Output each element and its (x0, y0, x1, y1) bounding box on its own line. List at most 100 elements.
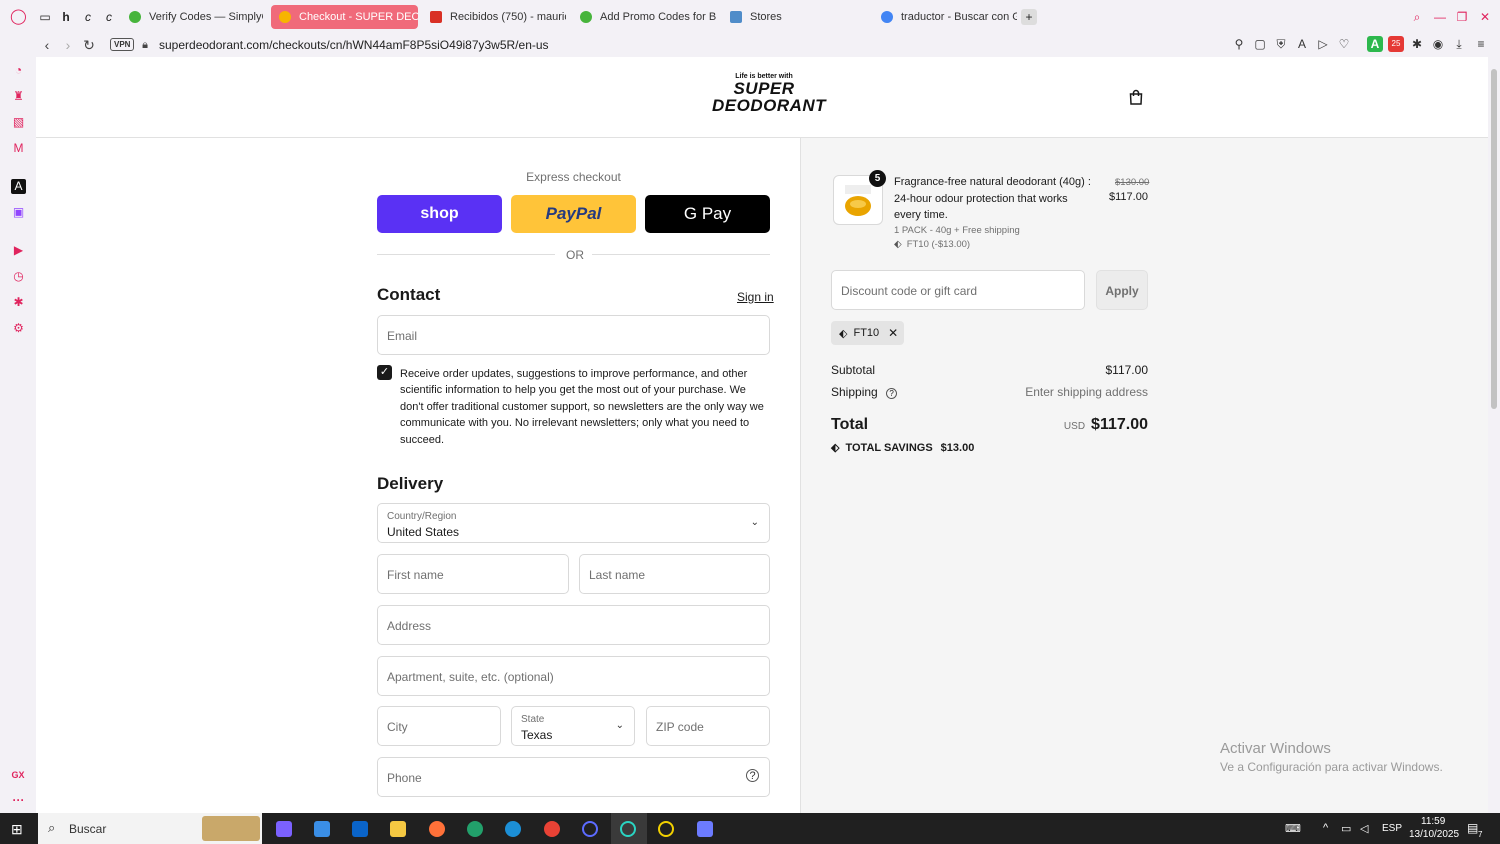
first-name-field[interactable]: First name (377, 554, 569, 594)
tab-stores[interactable]: Stores (722, 5, 866, 29)
apply-button[interactable]: Apply (1096, 270, 1148, 310)
opera-air-icon[interactable] (658, 821, 674, 837)
snapshot-icon[interactable]: ▢ (1252, 36, 1268, 52)
network-icon[interactable]: ▭ (1341, 822, 1351, 835)
forward-icon[interactable]: › (60, 37, 76, 53)
state-select[interactable]: State Texas ⌄ (511, 706, 635, 746)
tab-google[interactable]: traductor - Buscar con Go (873, 5, 1017, 29)
last-name-field[interactable]: Last name (579, 554, 770, 594)
product-price: $117.00 (1109, 191, 1148, 203)
notifications-icon[interactable]: ▤ (1467, 821, 1478, 835)
newsletter-checkbox[interactable]: ✓ (377, 365, 392, 380)
firefox-icon[interactable] (429, 821, 445, 837)
history-icon[interactable]: ◷ (11, 269, 26, 284)
remove-code-icon[interactable]: ✕ (888, 326, 898, 340)
tag-icon: ⬖ (839, 327, 848, 340)
language-indicator[interactable]: ESP (1382, 823, 1402, 834)
tiktok-icon[interactable]: A (11, 179, 26, 194)
new-tab-icon[interactable]: + (1021, 9, 1037, 25)
applied-code-chip: ⬖ FT10 ✕ (831, 321, 904, 345)
extensions-icon[interactable]: ✱ (1409, 36, 1425, 52)
shipping-help-icon[interactable]: ? (886, 388, 898, 399)
store-logo[interactable]: Life is better with SUPER DEODORANT (712, 73, 826, 114)
shield-icon[interactable]: ⛨ (1273, 36, 1289, 52)
speed-dial-icon[interactable]: ◔ (11, 63, 26, 78)
copilot-icon[interactable] (276, 821, 292, 837)
email-field[interactable]: Email (377, 315, 770, 355)
gx-label[interactable]: GX (8, 768, 28, 783)
tray-chevron-icon[interactable]: ^ (1323, 822, 1328, 834)
notification-count: 7 (1478, 830, 1483, 839)
vpn-badge[interactable]: VPN (110, 38, 135, 51)
workspaces-icon[interactable]: ▧ (11, 115, 26, 130)
phone-field[interactable]: Phone ? (377, 757, 770, 797)
clock-time[interactable]: 11:59 (1421, 816, 1445, 827)
extension-a-icon[interactable]: A (1367, 36, 1383, 52)
apartment-field[interactable]: Apartment, suite, etc. (optional) (377, 656, 770, 696)
url-field[interactable]: superdeodorant.com/checkouts/cn/hWN44amF… (159, 38, 549, 52)
opera-logo-icon[interactable]: ◯ (10, 9, 27, 25)
paypal-button[interactable]: PayPal (511, 195, 636, 233)
page-scrollbar[interactable] (1488, 57, 1500, 813)
translate-icon[interactable]: A (1294, 36, 1310, 52)
more-icon[interactable]: ··· (11, 793, 26, 808)
outlook-icon[interactable] (352, 821, 368, 837)
city-field[interactable]: City (377, 706, 501, 746)
help-icon[interactable]: ? (746, 769, 759, 782)
menu-icon[interactable]: ≡ (1473, 36, 1489, 52)
sign-in-link[interactable]: Sign in (737, 290, 774, 304)
edge-beta-icon[interactable] (505, 821, 521, 837)
chrome-icon[interactable] (544, 821, 560, 837)
checkout-page: Life is better with SUPER DEODORANT Expr… (36, 57, 1488, 813)
extensions-sidebar-icon[interactable]: ✱ (11, 295, 26, 310)
send-icon[interactable]: ▷ (1315, 36, 1331, 52)
keyboard-icon[interactable]: ⌨ (1285, 822, 1301, 835)
heart-icon[interactable]: ♡ (1336, 36, 1352, 52)
tab-checkout[interactable]: Checkout - SUPER DEOD (271, 5, 418, 29)
maximize-icon[interactable]: ❐ (1454, 9, 1470, 25)
twitch-icon[interactable]: ▣ (11, 205, 26, 220)
player-icon[interactable]: ▶ (11, 243, 26, 258)
discount-code-input[interactable]: Discount code or gift card (831, 270, 1085, 310)
volume-icon[interactable]: ◁ (1360, 822, 1368, 835)
opera-gx-icon[interactable] (620, 821, 636, 837)
edge-icon[interactable] (467, 821, 483, 837)
opera-icon[interactable] (582, 821, 598, 837)
google-pay-button[interactable]: G Pay (645, 195, 770, 233)
download-icon[interactable]: ⤓ (1451, 36, 1467, 52)
country-select[interactable]: Country/Region United States ⌄ (377, 503, 770, 543)
clock-date[interactable]: 13/10/2025 (1409, 829, 1459, 840)
profile-icon[interactable]: ◉ (1430, 36, 1446, 52)
aria-icon[interactable]: ♜ (11, 89, 26, 104)
tab-gmail[interactable]: Recibidos (750) - maurici (422, 5, 566, 29)
tab-promo-codes[interactable]: Add Promo Codes for Bu (572, 5, 716, 29)
reload-icon[interactable]: ↻ (81, 37, 97, 53)
address-field[interactable]: Address (377, 605, 770, 645)
minimize-icon[interactable]: — (1432, 9, 1448, 25)
browser-tab-bar: ◯ ▭ h c c Verify Codes — SimplyCo Checko… (0, 0, 1500, 33)
search-icon[interactable]: ⌕ (1409, 9, 1425, 25)
file-explorer-icon[interactable] (390, 821, 406, 837)
pinned-site-icon[interactable]: h (58, 9, 74, 25)
tab-verify-codes[interactable]: Verify Codes — SimplyCo (121, 5, 263, 29)
windows-start-icon[interactable]: ⊞ (11, 821, 27, 837)
taskbar-search[interactable]: ⌕ Buscar (38, 813, 262, 844)
cart-bag-icon[interactable] (1128, 89, 1144, 105)
back-icon[interactable]: ‹ (39, 37, 55, 53)
lock-icon[interactable]: 🔒︎ (137, 37, 153, 53)
close-window-icon[interactable]: ✕ (1477, 9, 1493, 25)
shop-pay-button[interactable]: shop (377, 195, 502, 233)
settings-icon[interactable]: ⚙ (11, 321, 26, 336)
pin-icon[interactable]: ⚲ (1231, 36, 1247, 52)
windows-activation-subtitle: Ve a Configuración para activar Windows. (1220, 760, 1443, 774)
gmail-sidebar-icon[interactable]: M (11, 141, 26, 156)
zip-field[interactable]: ZIP code (646, 706, 770, 746)
extension-badge-icon[interactable]: 25 (1388, 36, 1404, 52)
opera-sidebar: ◔ ♜ ▧ M A ▣ ▶ ◷ ✱ ⚙ GX ··· (0, 33, 36, 813)
pinned-site-3-icon[interactable]: c (101, 9, 117, 25)
gamepad-icon[interactable]: ▭ (37, 9, 53, 25)
vpn-app-icon[interactable] (697, 821, 713, 837)
store-app-icon[interactable] (314, 821, 330, 837)
pinned-site-2-icon[interactable]: c (80, 9, 96, 25)
scroll-thumb[interactable] (1491, 69, 1497, 409)
